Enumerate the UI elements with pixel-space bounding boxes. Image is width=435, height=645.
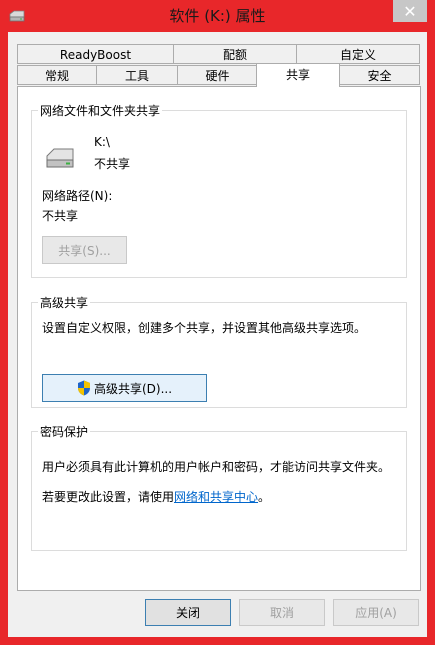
drive-icon [46, 148, 74, 168]
drive-share-status: 不共享 [94, 157, 131, 171]
drive-name: K:\ [94, 135, 110, 149]
tab-security[interactable]: 安全 [339, 65, 420, 85]
uac-shield-icon [77, 380, 90, 396]
password-change-suffix: 。 [258, 490, 271, 504]
close-icon: ✕ [403, 1, 417, 21]
password-protection-legend: 密码保护 [40, 425, 89, 439]
share-button-label: 共享(S)... [58, 243, 111, 258]
close-dialog-button-label: 关闭 [175, 606, 200, 620]
password-change-prefix: 若要更改此设置，请使用 [42, 490, 175, 504]
tab-general[interactable]: 常规 [17, 65, 97, 85]
password-protection-group: 密码保护 [31, 423, 407, 551]
password-description: 用户必须具有此计算机的用户帐户和密码，才能访问共享文件夹。 [42, 460, 391, 474]
network-path-value: 不共享 [42, 209, 79, 223]
window-title: 软件 (K:) 属性 [169, 7, 266, 25]
share-button[interactable]: 共享(S)... [42, 236, 127, 264]
tab-quota[interactable]: 配额 [173, 44, 297, 64]
title-bar[interactable]: 软件 (K:) 属性 ✕ [0, 0, 435, 32]
cancel-button-label: 取消 [269, 606, 294, 620]
tab-sharing[interactable]: 共享 [256, 63, 340, 87]
properties-window: 软件 (K:) 属性 ✕ ReadyBoost 配额 自定义 常规 工具 硬件 … [0, 0, 435, 645]
tab-readyboost[interactable]: ReadyBoost [17, 44, 174, 64]
tab-tools[interactable]: 工具 [96, 65, 178, 85]
close-dialog-button[interactable]: 关闭 [145, 599, 231, 626]
close-button[interactable]: ✕ [393, 0, 427, 22]
cancel-button[interactable]: 取消 [239, 599, 325, 626]
apply-button[interactable]: 应用(A) [333, 599, 419, 626]
advanced-share-description: 设置自定义权限，创建多个共享，并设置其他高级共享选项。 [42, 321, 367, 335]
advanced-share-button-label: 高级共享(D)... [93, 381, 173, 396]
advanced-share-button[interactable]: 高级共享(D)... [42, 374, 207, 402]
tab-hardware[interactable]: 硬件 [177, 65, 258, 85]
sharing-panel: 网络文件和文件夹共享 K:\ 不共享 网络路径(N): 不共享 共享(S)...… [17, 86, 421, 591]
password-change-text: 若要更改此设置，请使用网络和共享中心。 [42, 488, 270, 505]
tab-customize[interactable]: 自定义 [296, 44, 420, 64]
dialog-client: ReadyBoost 配额 自定义 常规 工具 硬件 共享 安全 网络文件和文件… [8, 32, 427, 637]
network-share-legend: 网络文件和文件夹共享 [40, 104, 161, 118]
advanced-share-legend: 高级共享 [40, 296, 89, 310]
network-sharing-center-link[interactable]: 网络和共享中心 [174, 490, 258, 504]
network-path-label: 网络路径(N): [42, 189, 113, 203]
apply-button-label: 应用(A) [355, 606, 397, 620]
